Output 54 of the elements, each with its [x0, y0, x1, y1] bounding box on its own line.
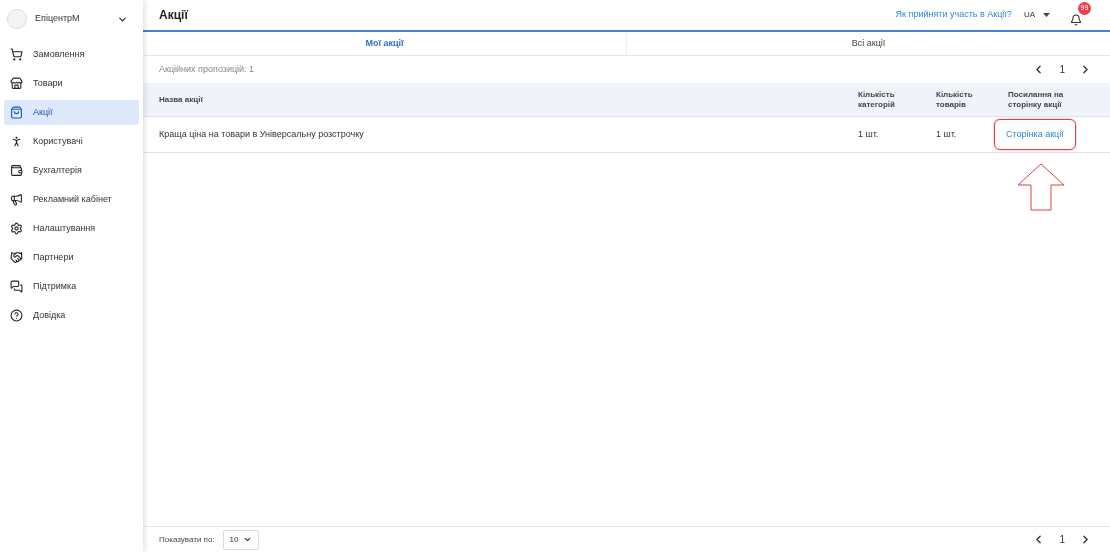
bell-icon: [1070, 14, 1082, 26]
table-cell-text: 1 шт.: [858, 127, 880, 141]
language-select[interactable]: UA: [1023, 9, 1050, 21]
sidebar-item[interactable]: Товари: [4, 71, 139, 96]
chevron-down-icon: [242, 535, 252, 544]
column-header: Кількість товарів: [936, 89, 974, 110]
person-icon: [10, 135, 23, 148]
sidebar-label: Акції: [33, 105, 53, 119]
column-header: Посилання на сторінку акції: [1008, 89, 1065, 110]
help-icon: [10, 309, 23, 322]
sidebar-item[interactable]: Підтримка: [4, 274, 139, 299]
sidebar-item[interactable]: Довідка: [4, 303, 139, 328]
sidebar-label: Довідка: [33, 308, 66, 322]
sidebar-label: Налаштування: [33, 221, 96, 235]
sidebar-label: Замовлення: [33, 47, 85, 61]
sidebar-label: Бухгалтерія: [33, 163, 82, 177]
sidebar-label: Підтримка: [33, 279, 77, 293]
settings-icon: [10, 222, 23, 235]
page-title: Акції: [159, 7, 189, 24]
tab[interactable]: Мої акції: [143, 32, 626, 55]
offers-count: Акційних пропозицій: 1: [159, 62, 255, 76]
tab[interactable]: Всі акції: [626, 32, 1110, 55]
chat-icon: [10, 280, 23, 293]
table-cell-text: 1 шт.: [936, 127, 958, 141]
shopping-bag-icon: [10, 106, 23, 119]
up-arrow-drawing: [1016, 163, 1066, 211]
per-page-select[interactable]: 10: [222, 529, 259, 550]
wallet-icon: [10, 164, 23, 177]
sidebar-item[interactable]: Замовлення: [4, 42, 139, 67]
store-icon: [10, 77, 23, 90]
sidebar-label: Партнери: [33, 250, 74, 264]
sidebar-item[interactable]: Акції: [4, 100, 139, 125]
sidebar-item[interactable]: Бухгалтерія: [4, 158, 139, 183]
sidebar-item[interactable]: Партнери: [4, 245, 139, 270]
help-link[interactable]: Як прийняти участь в Акції?: [895, 8, 1012, 22]
avatar: [7, 9, 27, 29]
sidebar-item[interactable]: Рекламний кабінет: [4, 187, 139, 212]
sidebar-label: Користувачі: [33, 134, 83, 148]
sidebar-item[interactable]: Користувачі: [4, 129, 139, 154]
megaphone-icon: [10, 193, 23, 206]
cart-icon: [10, 48, 23, 61]
column-header: Назва акції: [159, 93, 204, 106]
account-name: ЕпіцентрМ: [35, 12, 81, 26]
promo-page-link[interactable]: Сторінка акції: [994, 118, 1076, 151]
sidebar-label: Товари: [33, 76, 63, 90]
column-header: Кількість категорій: [858, 89, 896, 110]
page-number: 1: [1059, 63, 1065, 77]
page-number: 1: [1059, 533, 1065, 547]
table-cell-text: Краща ціна на товари в Універсальну розстрочку: [159, 127, 365, 141]
handshake-icon: [10, 251, 23, 264]
sidebar-item[interactable]: Налаштування: [4, 216, 139, 241]
caret-icon: [1043, 13, 1050, 17]
sidebar-label: Рекламний кабінет: [33, 192, 112, 206]
per-page-label: Показувати по:: [159, 533, 215, 546]
